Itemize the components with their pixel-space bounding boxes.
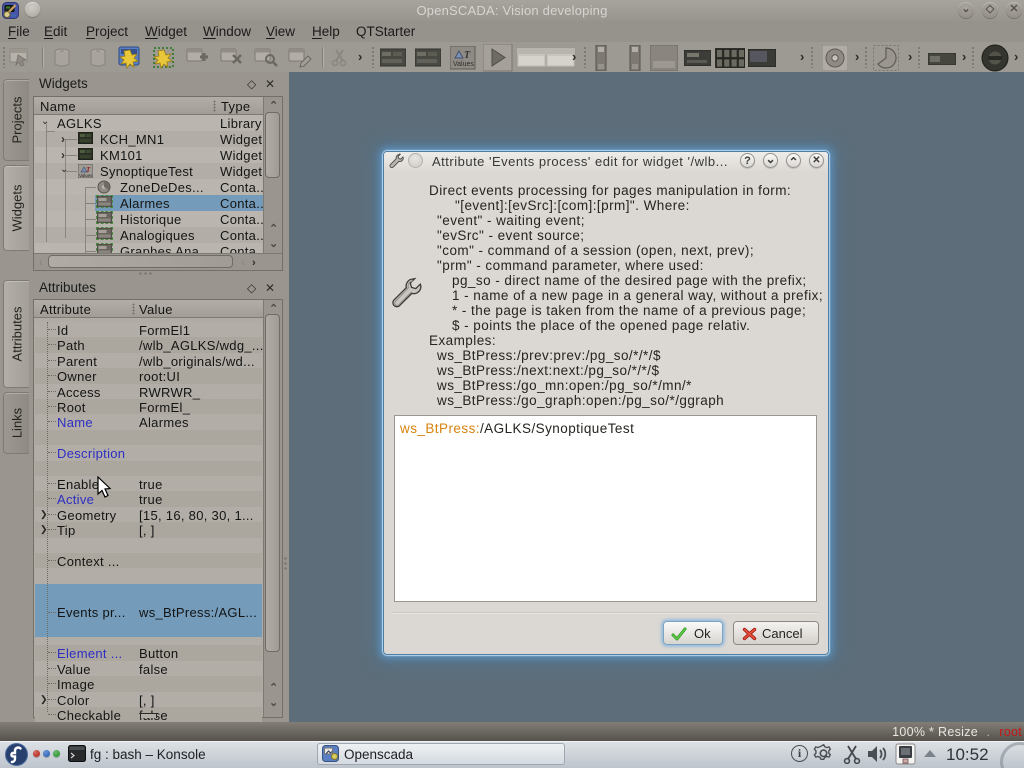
svg-text:Values: Values bbox=[79, 173, 93, 178]
svg-text:Values: Values bbox=[453, 61, 474, 68]
svg-text:T: T bbox=[464, 50, 471, 61]
